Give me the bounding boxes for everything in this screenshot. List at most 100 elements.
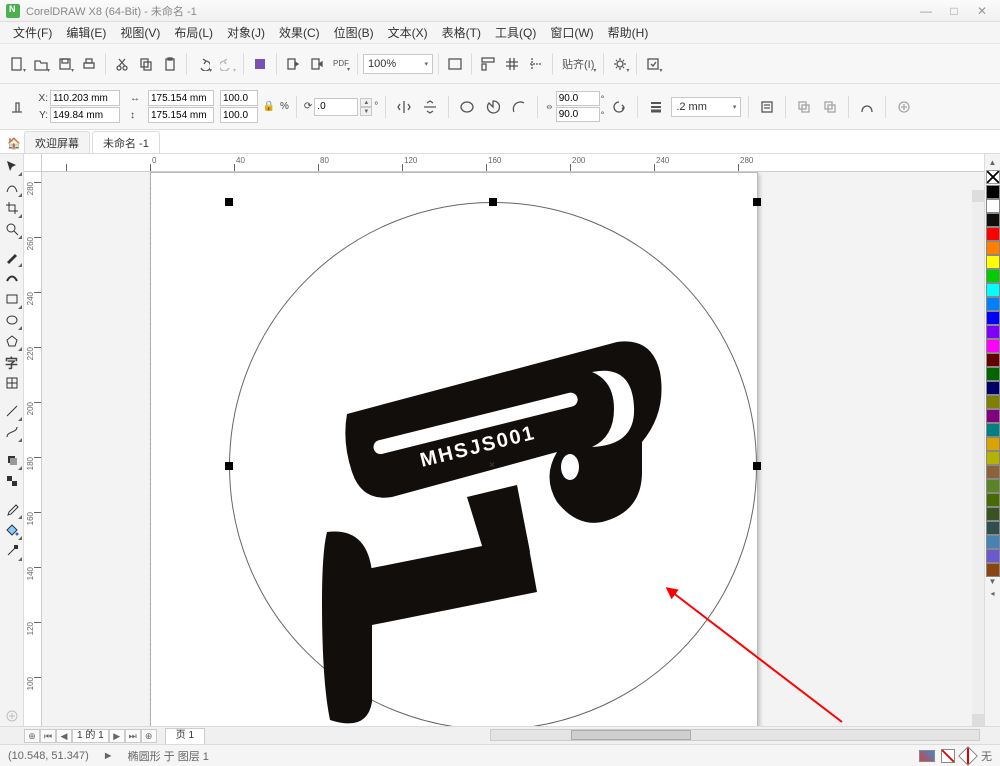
- selection-handle-e[interactable]: [753, 462, 761, 470]
- transparency-tool[interactable]: [2, 471, 22, 491]
- outline-tool[interactable]: [2, 541, 22, 561]
- wrap-text-button[interactable]: [756, 96, 778, 118]
- swatch-27[interactable]: [986, 563, 1000, 577]
- outline-width-combo[interactable]: .2 mm▾: [671, 97, 741, 117]
- palette-scroll-up[interactable]: ▲: [985, 158, 1000, 170]
- show-rulers-button[interactable]: [477, 53, 499, 75]
- selection-handle-nw[interactable]: [225, 198, 233, 206]
- eyedropper-tool[interactable]: [2, 499, 22, 519]
- page-tab-1[interactable]: 页 1: [165, 728, 205, 744]
- connector-tool[interactable]: [2, 422, 22, 442]
- swatch-3[interactable]: [986, 227, 1000, 241]
- horizontal-ruler[interactable]: 04080120160200240280: [42, 154, 984, 172]
- shape-tool[interactable]: [2, 177, 22, 197]
- swatch-1[interactable]: [986, 199, 1000, 213]
- zoom-tool[interactable]: [2, 219, 22, 239]
- tab-welcome[interactable]: 欢迎屏幕: [24, 131, 90, 153]
- snap-dropdown[interactable]: 贴齐(I): [558, 53, 598, 75]
- swatch-17[interactable]: [986, 423, 1000, 437]
- x-position-input[interactable]: [50, 90, 120, 106]
- menu-layout[interactable]: 布局(L): [167, 21, 220, 44]
- mirror-h-button[interactable]: [393, 96, 415, 118]
- back-of-layer-button[interactable]: [819, 96, 841, 118]
- menu-bitmap[interactable]: 位图(B): [327, 21, 381, 44]
- hscroll-thumb[interactable]: [571, 730, 691, 740]
- selection-handle-ne[interactable]: [753, 198, 761, 206]
- swatch-23[interactable]: [986, 507, 1000, 521]
- swatch-18[interactable]: [986, 437, 1000, 451]
- swatch-13[interactable]: [986, 367, 1000, 381]
- vertical-scrollbar[interactable]: [972, 190, 984, 726]
- menu-object[interactable]: 对象(J): [220, 21, 272, 44]
- maximize-button[interactable]: □: [940, 2, 968, 20]
- pick-tool[interactable]: [2, 156, 22, 176]
- rotation-input[interactable]: [314, 98, 358, 116]
- canvas-area[interactable]: 04080120160200240280 2802602402202001801…: [24, 154, 984, 726]
- save-button[interactable]: [54, 53, 76, 75]
- swatch-10[interactable]: [986, 325, 1000, 339]
- drop-shadow-tool[interactable]: [2, 450, 22, 470]
- swatch-0[interactable]: [986, 185, 1000, 199]
- convert-curves-button[interactable]: [856, 96, 878, 118]
- page-add-button[interactable]: ⊕: [24, 729, 40, 743]
- swatch-4[interactable]: [986, 241, 1000, 255]
- minimize-button[interactable]: —: [912, 2, 940, 20]
- ellipse-mode-button[interactable]: [456, 96, 478, 118]
- lock-ratio-button[interactable]: 🔒: [262, 91, 276, 123]
- swatch-12[interactable]: [986, 353, 1000, 367]
- swatch-21[interactable]: [986, 479, 1000, 493]
- copy-button[interactable]: [135, 53, 157, 75]
- width-input[interactable]: [148, 90, 214, 106]
- palette-flyout[interactable]: ◂: [985, 589, 1000, 601]
- search-content-button[interactable]: [249, 53, 271, 75]
- fill-indicator-icon[interactable]: [919, 750, 935, 762]
- rotation-spinner[interactable]: ▲▼: [360, 98, 372, 116]
- tab-document[interactable]: 未命名 -1: [92, 131, 160, 153]
- quick-customize-button[interactable]: [893, 96, 915, 118]
- rectangle-tool[interactable]: [2, 289, 22, 309]
- mirror-v-button[interactable]: [419, 96, 441, 118]
- swatch-15[interactable]: [986, 395, 1000, 409]
- swatch-9[interactable]: [986, 311, 1000, 325]
- y-position-input[interactable]: [50, 107, 120, 123]
- swatch-8[interactable]: [986, 297, 1000, 311]
- front-of-layer-button[interactable]: [793, 96, 815, 118]
- cut-button[interactable]: [111, 53, 133, 75]
- swatch-11[interactable]: [986, 339, 1000, 353]
- vertical-ruler[interactable]: 28026024022020018016014012010080: [24, 172, 42, 726]
- ellipse-tool[interactable]: [2, 310, 22, 330]
- menu-tools[interactable]: 工具(Q): [488, 21, 543, 44]
- swatch-20[interactable]: [986, 465, 1000, 479]
- direction-button[interactable]: [608, 96, 630, 118]
- swatch-25[interactable]: [986, 535, 1000, 549]
- selection-center-icon[interactable]: ×: [489, 460, 495, 471]
- swatch-6[interactable]: [986, 269, 1000, 283]
- table-tool[interactable]: [2, 373, 22, 393]
- undo-button[interactable]: [192, 53, 214, 75]
- swatch-16[interactable]: [986, 409, 1000, 423]
- horizontal-scrollbar[interactable]: [490, 729, 980, 741]
- page-prev-button[interactable]: ◀: [56, 729, 72, 743]
- swatch-7[interactable]: [986, 283, 1000, 297]
- page-next-button[interactable]: ▶: [109, 729, 125, 743]
- palette-scroll-down[interactable]: ▼: [985, 577, 1000, 589]
- fill-tool[interactable]: [2, 520, 22, 540]
- menu-text[interactable]: 文本(X): [381, 21, 435, 44]
- quick-customize-toolbox[interactable]: [2, 706, 22, 726]
- selection-handle-w[interactable]: [225, 462, 233, 470]
- show-guides-button[interactable]: [525, 53, 547, 75]
- swatch-24[interactable]: [986, 521, 1000, 535]
- height-input[interactable]: [148, 107, 214, 123]
- close-button[interactable]: ✕: [968, 2, 996, 20]
- viewport[interactable]: ×: [42, 172, 984, 726]
- print-button[interactable]: [78, 53, 100, 75]
- page-first-button[interactable]: ⏮: [40, 729, 56, 743]
- swatch-14[interactable]: [986, 381, 1000, 395]
- end-angle-input[interactable]: [556, 107, 600, 122]
- show-grid-button[interactable]: [501, 53, 523, 75]
- swatch-22[interactable]: [986, 493, 1000, 507]
- swatch-26[interactable]: [986, 549, 1000, 563]
- menu-table[interactable]: 表格(T): [435, 21, 488, 44]
- menu-effect[interactable]: 效果(C): [272, 21, 327, 44]
- scale-x-input[interactable]: [220, 90, 258, 106]
